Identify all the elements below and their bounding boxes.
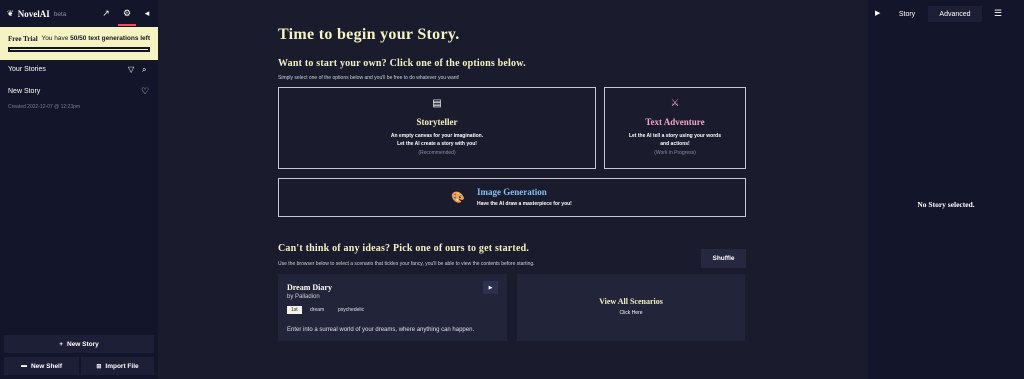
expand-panel-icon[interactable]: ▶ [875,9,880,17]
shuffle-button[interactable]: Shuffle [701,249,746,268]
shelf-icon: ▬ [20,363,27,369]
your-stories-heading: Your Stories [8,66,46,73]
storyteller-title: Storyteller [416,117,458,127]
tab-story[interactable]: Story [886,6,928,22]
left-sidebar: ❦ NovelAI beta ↗ ⚙ ◂ Free Trial You have… [0,0,158,379]
story-name: New Story [8,88,41,95]
free-trial-banner: Free Trial You have 50/50 text generatio… [0,27,158,60]
ideas-subtext: Use the browser below to select a scenar… [278,261,535,267]
favorite-heart-icon[interactable]: ♡ [141,86,149,97]
beta-badge: beta [53,11,67,18]
search-icon[interactable]: ⌕ [142,65,146,75]
text-adventure-note: (Work in Progress) [654,150,696,156]
import-icon: ⊞ [96,363,102,370]
storyteller-note: (Recommended) [418,150,456,156]
scenario-tag[interactable]: 1st [287,306,302,314]
sliders-config-icon[interactable]: ☰ [994,8,1002,19]
image-generation-title: Image Generation [477,187,547,197]
app-name: NovelAI [17,8,50,19]
novelai-logo-icon: ❦ [7,9,14,18]
new-story-button[interactable]: + New Story [4,335,154,353]
start-own-heading: Want to start your own? Click one of the… [278,58,526,69]
main-content: Time to begin your Story. Want to start … [158,0,868,379]
scenario-name: Dream Diary [287,283,332,292]
settings-gear-icon[interactable]: ⚙ [118,8,136,26]
new-shelf-label: New Shelf [30,362,63,370]
story-created-date: Created 2022-12-07 @ 12:23pm [8,104,81,110]
play-icon[interactable]: ▶ [483,281,498,294]
view-all-subtext: Click Here [619,310,643,316]
goose-icon[interactable]: ↗ [100,8,112,18]
text-adventure-desc-2: and actions! [660,141,690,147]
tab-advanced[interactable]: Advanced [928,6,982,22]
text-adventure-card[interactable]: ⚔ Text Adventure Let the AI tell a story… [604,87,746,169]
filter-icon[interactable]: ▽ [128,65,134,74]
trial-progress-fill [10,49,148,50]
storyteller-card[interactable]: ▤ Storyteller An empty canvas for your i… [278,87,596,169]
sidebar-header: ❦ NovelAI beta ↗ ⚙ ◂ [0,0,158,27]
view-all-title: View All Scenarios [599,297,663,306]
storyteller-icon: ▤ [432,98,442,109]
new-shelf-button[interactable]: ▬ New Shelf [4,357,79,375]
scenario-card[interactable]: Dream Diary by Palladion ▶ 1st dream psy… [278,274,507,341]
collapse-sidebar-icon[interactable]: ◂ [141,8,153,18]
scenario-tag[interactable]: dream [306,306,328,314]
ideas-heading: Can't think of any ideas? Pick one of ou… [278,243,530,254]
storyteller-desc-2: Let the AI create a story with you! [397,141,477,147]
import-file-label: Import File [105,362,139,370]
scenario-tag[interactable]: psychedelic [334,306,368,314]
scenario-author: by Palladion [287,294,320,300]
import-file-button[interactable]: ⊞ Import File [81,357,154,375]
page-title: Time to begin your Story. [278,26,460,43]
crossed-swords-icon: ⚔ [670,98,680,109]
new-story-label: New Story [67,340,99,348]
text-adventure-title: Text Adventure [645,117,705,127]
free-trial-label: Free Trial [8,35,38,43]
start-own-subtext: Simply select one of the options below a… [278,75,460,81]
trial-progress-bar [8,47,150,52]
image-generation-card[interactable]: 🎨 Image Generation Have the AI draw a ma… [278,178,746,217]
palette-icon: 🎨 [451,192,465,204]
image-generation-desc: Have the AI draw a masterpiece for you! [477,201,572,207]
no-story-selected-text: No Story selected. [917,200,975,209]
plus-icon: + [59,340,63,348]
scenario-description: Enter into a surreal world of your dream… [287,327,475,333]
generations-left-text: You have 50/50 text generations left [41,35,150,42]
view-all-scenarios-button[interactable]: View All Scenarios Click Here [517,274,745,341]
right-panel: ▶ Story Advanced ☰ No Story selected. [868,0,1024,379]
